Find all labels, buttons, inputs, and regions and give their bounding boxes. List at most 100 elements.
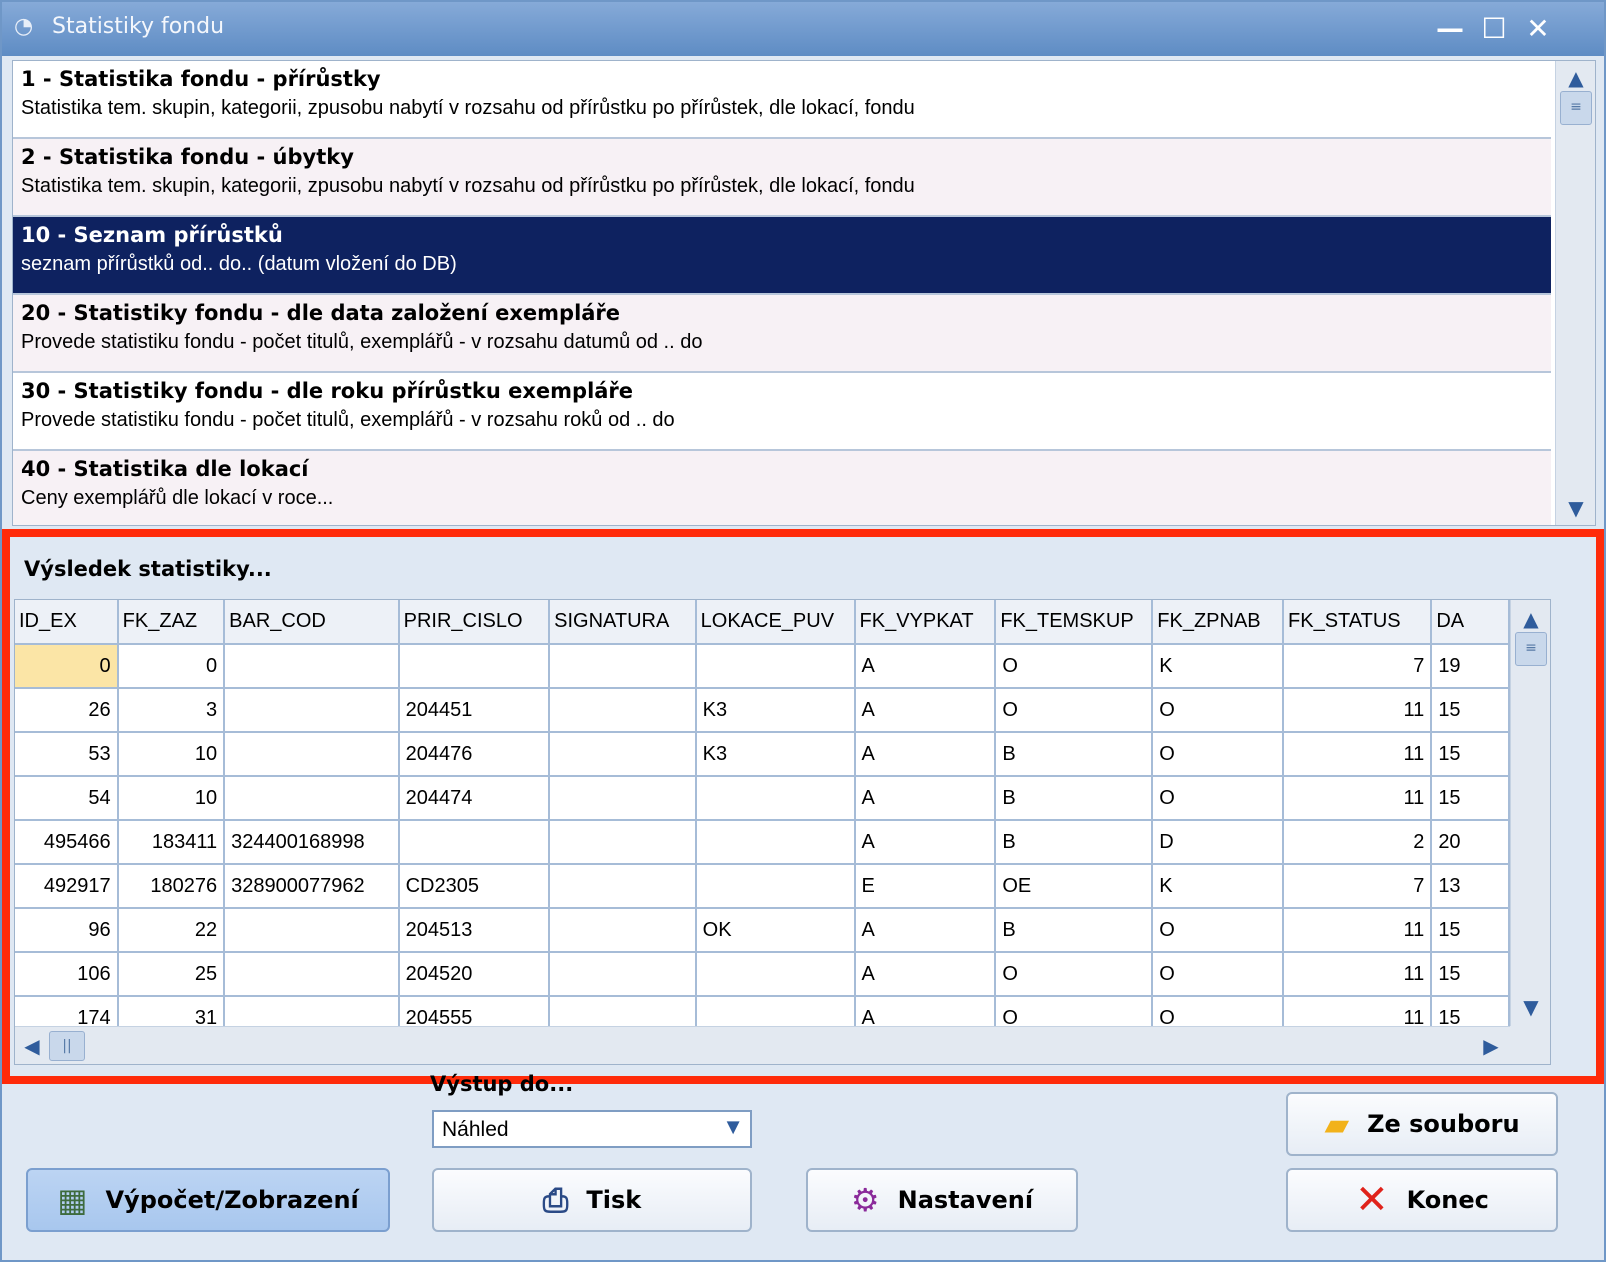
scroll-thumb[interactable]: || xyxy=(49,1031,85,1061)
table-cell[interactable]: 11 xyxy=(1283,996,1433,1026)
table-cell[interactable] xyxy=(549,820,697,865)
table-cell[interactable]: OE xyxy=(995,864,1154,909)
column-header[interactable]: FK_STATUS xyxy=(1283,600,1433,645)
scroll-up-arrow-icon[interactable]: ▲ xyxy=(1560,63,1592,93)
report-item-30[interactable]: 30 - Statistiky fondu - dle roku přírůst… xyxy=(13,373,1551,451)
table-cell[interactable]: 11 xyxy=(1283,908,1433,953)
table-cell[interactable]: 15 xyxy=(1431,732,1510,777)
exit-button[interactable]: ✕ Konec xyxy=(1286,1168,1558,1232)
table-cell[interactable]: D xyxy=(1152,820,1285,865)
report-list-scrollbar[interactable]: ▲ ≡ ▼ xyxy=(1555,61,1595,525)
table-row[interactable]: 26 3 204451 K3 A O O 11 15 xyxy=(15,688,1510,733)
scroll-right-arrow-icon[interactable]: ▶ xyxy=(1476,1031,1506,1061)
table-cell[interactable]: O xyxy=(1152,688,1285,733)
table-cell[interactable]: 25 xyxy=(117,952,226,997)
column-header[interactable]: PRIR_CISLO xyxy=(398,600,551,645)
scroll-thumb[interactable]: ≡ xyxy=(1560,91,1592,125)
close-window-button[interactable]: ✕ xyxy=(1518,10,1558,48)
table-cell[interactable] xyxy=(549,688,697,733)
table-row[interactable]: 495466 183411 324400168998 A B D 2 20 xyxy=(15,820,1510,865)
table-cell[interactable]: 204476 xyxy=(398,732,551,777)
table-cell[interactable] xyxy=(224,688,400,733)
table-cell[interactable]: 174 xyxy=(15,996,119,1026)
column-header[interactable]: DA xyxy=(1431,600,1510,645)
table-cell[interactable]: 11 xyxy=(1283,776,1433,821)
table-cell[interactable] xyxy=(398,644,551,689)
table-cell[interactable]: A xyxy=(854,996,997,1026)
column-header[interactable]: FK_ZAZ xyxy=(117,600,226,645)
table-cell[interactable]: A xyxy=(854,644,997,689)
table-cell[interactable]: 13 xyxy=(1431,864,1510,909)
table-cell[interactable] xyxy=(695,996,856,1026)
table-cell[interactable]: 11 xyxy=(1283,952,1433,997)
table-cell[interactable]: 26 xyxy=(15,688,119,733)
column-header[interactable]: ID_EX xyxy=(15,600,119,645)
grid-horizontal-scrollbar[interactable]: ◀ || ▶ xyxy=(15,1026,1510,1064)
table-cell[interactable] xyxy=(549,644,697,689)
table-cell[interactable] xyxy=(695,644,856,689)
table-cell[interactable] xyxy=(549,732,697,777)
table-cell[interactable]: A xyxy=(854,820,997,865)
scroll-down-arrow-icon[interactable]: ▼ xyxy=(1515,992,1547,1022)
column-header[interactable]: LOKACE_PUV xyxy=(695,600,856,645)
table-cell[interactable]: O xyxy=(1152,732,1285,777)
table-cell[interactable]: 11 xyxy=(1283,732,1433,777)
table-cell[interactable]: 204474 xyxy=(398,776,551,821)
table-cell[interactable]: B xyxy=(995,820,1154,865)
table-cell[interactable]: 53 xyxy=(15,732,119,777)
table-cell[interactable] xyxy=(224,952,400,997)
table-cell[interactable]: 15 xyxy=(1431,776,1510,821)
table-cell[interactable]: 10 xyxy=(117,732,226,777)
table-cell[interactable]: 11 xyxy=(1283,688,1433,733)
chevron-down-icon[interactable]: ▼ xyxy=(722,1114,744,1140)
report-item-1[interactable]: 1 - Statistika fondu - přírůstky Statist… xyxy=(13,61,1551,139)
table-cell[interactable]: 106 xyxy=(15,952,119,997)
table-cell[interactable]: A xyxy=(854,688,997,733)
table-cell[interactable]: 19 xyxy=(1431,644,1510,689)
table-cell[interactable]: 15 xyxy=(1431,688,1510,733)
table-cell[interactable]: B xyxy=(995,732,1154,777)
column-header[interactable]: BAR_COD xyxy=(224,600,400,645)
table-cell[interactable]: 2 xyxy=(1283,820,1433,865)
table-cell[interactable]: 495466 xyxy=(15,820,119,865)
grid-vertical-scrollbar[interactable]: ▲ ≡ ▼ xyxy=(1510,600,1550,1026)
table-cell[interactable]: 15 xyxy=(1431,908,1510,953)
column-header[interactable]: FK_ZPNAB xyxy=(1152,600,1285,645)
table-cell[interactable] xyxy=(224,644,400,689)
table-cell[interactable]: B xyxy=(995,776,1154,821)
table-cell[interactable]: 7 xyxy=(1283,644,1433,689)
table-cell[interactable]: 324400168998 xyxy=(224,820,400,865)
table-cell[interactable]: 31 xyxy=(117,996,226,1026)
column-header[interactable]: FK_TEMSKUP xyxy=(995,600,1154,645)
table-cell[interactable] xyxy=(224,732,400,777)
settings-button[interactable]: ⚙ Nastavení xyxy=(806,1168,1078,1232)
table-cell[interactable]: 20 xyxy=(1431,820,1510,865)
table-cell[interactable]: O xyxy=(1152,908,1285,953)
table-cell[interactable]: 492917 xyxy=(15,864,119,909)
scroll-down-arrow-icon[interactable]: ▼ xyxy=(1560,493,1592,523)
table-cell[interactable]: 204555 xyxy=(398,996,551,1026)
table-row[interactable]: 96 22 204513 OK A B O 11 15 xyxy=(15,908,1510,953)
table-cell[interactable]: 180276 xyxy=(117,864,226,909)
table-cell[interactable]: 204451 xyxy=(398,688,551,733)
table-cell[interactable] xyxy=(549,864,697,909)
table-cell[interactable]: O xyxy=(995,644,1154,689)
table-cell[interactable]: K3 xyxy=(695,688,856,733)
table-row[interactable]: 53 10 204476 K3 A B O 11 15 xyxy=(15,732,1510,777)
table-cell[interactable]: O xyxy=(1152,776,1285,821)
table-cell[interactable] xyxy=(695,820,856,865)
table-cell[interactable]: 10 xyxy=(117,776,226,821)
scroll-thumb[interactable]: ≡ xyxy=(1515,632,1547,666)
table-row[interactable]: 492917 180276 328900077962 CD2305 E OE K 7 13 xyxy=(15,864,1510,909)
table-cell[interactable]: 15 xyxy=(1431,996,1510,1026)
table-cell[interactable]: 96 xyxy=(15,908,119,953)
table-cell[interactable]: O xyxy=(995,952,1154,997)
table-cell[interactable]: B xyxy=(995,908,1154,953)
table-cell[interactable]: 0 xyxy=(15,644,119,689)
table-row[interactable]: 174 31 204555 A O O 11 15 xyxy=(15,996,1510,1026)
table-cell[interactable]: 54 xyxy=(15,776,119,821)
title-bar[interactable]: ◔ Statistiky fondu — ☐ ✕ xyxy=(2,2,1604,56)
minimize-button[interactable]: — xyxy=(1430,10,1470,48)
scroll-left-arrow-icon[interactable]: ◀ xyxy=(17,1031,47,1061)
table-cell[interactable]: A xyxy=(854,908,997,953)
